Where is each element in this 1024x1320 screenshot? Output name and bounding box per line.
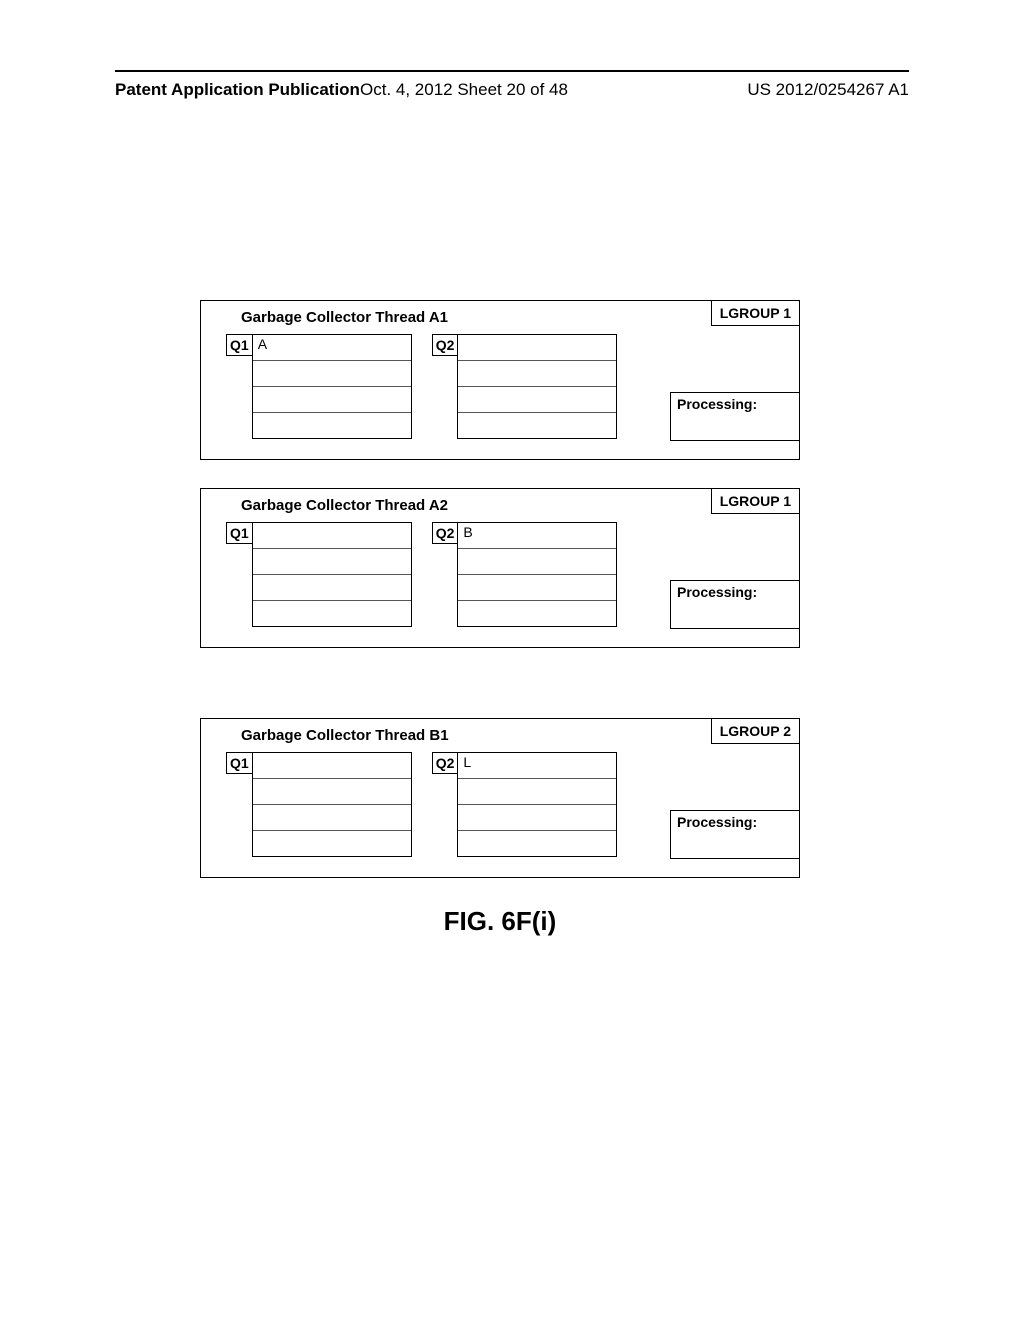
q2-slot	[458, 361, 616, 387]
q2-slot	[458, 549, 616, 575]
q1-slot	[253, 831, 411, 856]
q1-slot	[253, 575, 411, 601]
queue-q1: Q1	[226, 522, 412, 627]
figure-label: FIG. 6F(i)	[200, 906, 800, 937]
processing-label: Processing:	[670, 810, 800, 859]
queue-q2: Q2 B	[432, 522, 618, 627]
queue-q1: Q1 A	[226, 334, 412, 439]
processing-label: Processing:	[670, 392, 800, 441]
q2-slot	[458, 575, 616, 601]
q1-label: Q1	[226, 334, 252, 356]
q2-slot	[458, 387, 616, 413]
thread-panel-a2: Garbage Collector Thread A2 LGROUP 1 Q1 …	[200, 488, 800, 648]
queue-q2: Q2	[432, 334, 618, 439]
q1-slot	[253, 361, 411, 387]
q1-slot	[253, 413, 411, 438]
q2-slot: B	[458, 523, 616, 549]
q1-slot	[253, 753, 411, 779]
lgroup-label: LGROUP 2	[711, 718, 800, 744]
q1-slot: A	[253, 335, 411, 361]
q2-slot	[458, 413, 616, 438]
q2-slot	[458, 779, 616, 805]
header-right: US 2012/0254267 A1	[747, 80, 909, 100]
thread-title: Garbage Collector Thread A2	[241, 497, 448, 514]
q2-slot	[458, 831, 616, 856]
q1-slot	[253, 523, 411, 549]
q1-slot	[253, 805, 411, 831]
thread-title: Garbage Collector Thread A1	[241, 309, 448, 326]
q1-slot	[253, 387, 411, 413]
q1-slot	[253, 549, 411, 575]
q2-label: Q2	[432, 522, 458, 544]
thread-panel-a1: Garbage Collector Thread A1 LGROUP 1 Q1 …	[200, 300, 800, 460]
q1-slot	[253, 601, 411, 626]
q1-slot	[253, 779, 411, 805]
header-left: Patent Application Publication	[115, 80, 360, 100]
q1-label: Q1	[226, 752, 252, 774]
thread-title: Garbage Collector Thread B1	[241, 727, 449, 744]
q2-label: Q2	[432, 334, 458, 356]
queue-q2: Q2 L	[432, 752, 618, 857]
lgroup-label: LGROUP 1	[711, 488, 800, 514]
queue-q1: Q1	[226, 752, 412, 857]
q2-slot	[458, 335, 616, 361]
lgroup-label: LGROUP 1	[711, 300, 800, 326]
figure-area: Garbage Collector Thread A1 LGROUP 1 Q1 …	[200, 300, 800, 937]
processing-label: Processing:	[670, 580, 800, 629]
q2-slot	[458, 805, 616, 831]
q2-slot	[458, 601, 616, 626]
q2-slot: L	[458, 753, 616, 779]
thread-panel-b1: Garbage Collector Thread B1 LGROUP 2 Q1 …	[200, 718, 800, 878]
q2-label: Q2	[432, 752, 458, 774]
header-mid: Oct. 4, 2012 Sheet 20 of 48	[360, 80, 568, 100]
header-rule	[115, 70, 909, 72]
q1-label: Q1	[226, 522, 252, 544]
